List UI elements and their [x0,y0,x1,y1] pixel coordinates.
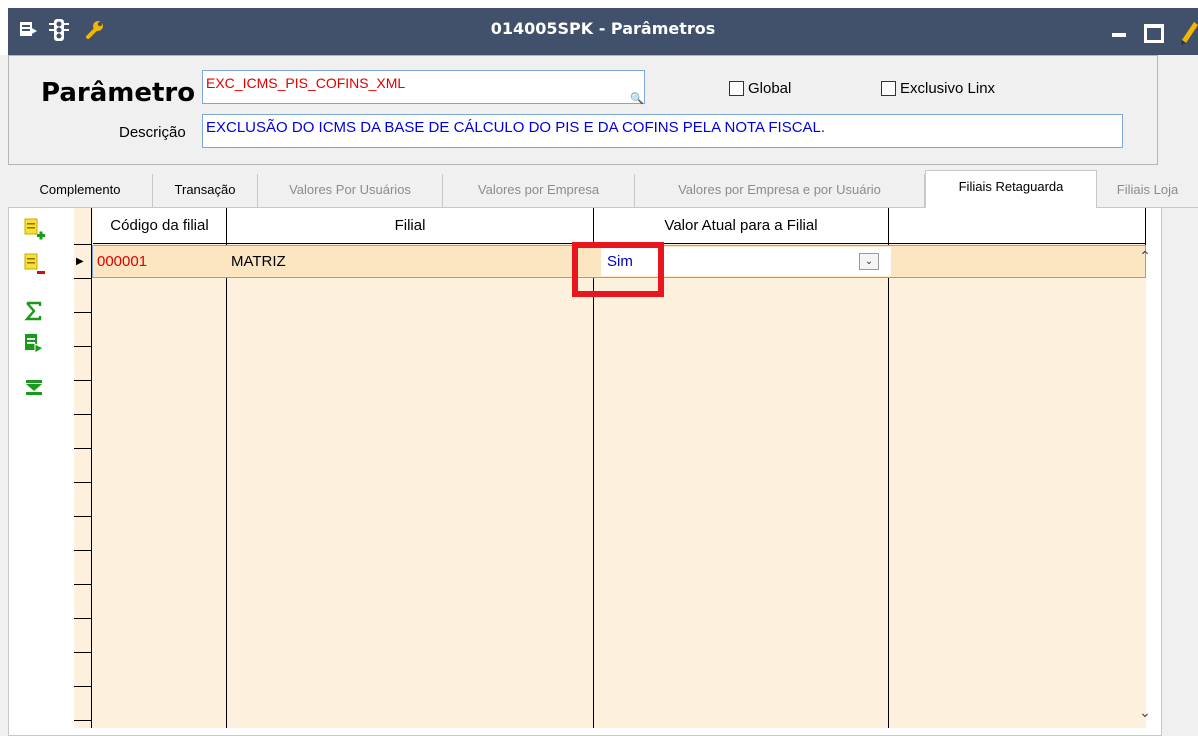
current-row-arrow-icon: ▶ [76,256,84,267]
row-indicator-column: ▶ [74,208,92,728]
lookup-icon[interactable]: 🔍 [630,92,644,105]
exclusivo-linx-checkbox-box[interactable] [881,81,896,96]
row-separator [74,584,92,585]
tab-filiais-retaguarda[interactable]: Filiais Retaguarda [925,170,1097,209]
description-field[interactable]: EXCLUSÃO DO ICMS DA BASE DE CÁLCULO DO P… [202,114,1123,148]
row-separator [74,380,92,381]
title-bar-inner: 014005SPK - Parâmetros [8,8,1198,55]
tab-bar: Complemento Transação Valores Por Usuári… [8,170,1198,209]
row-separator [74,652,92,653]
tab-transacao[interactable]: Transação [153,174,258,208]
highlight-box [572,242,664,297]
maximize-button[interactable] [1138,16,1166,44]
chevron-down-icon[interactable]: ⌄ [859,253,879,270]
row-separator [74,516,92,517]
row-separator [74,686,92,687]
row-separator [74,618,92,619]
tab-valores-por-empresa-e-usuario[interactable]: Valores por Empresa e por Usuário [635,174,925,208]
add-row-icon[interactable] [23,218,45,240]
remove-row-icon[interactable] [23,253,45,275]
sum-icon[interactable] [23,300,45,322]
parameter-label: Parâmetro [41,78,196,108]
column-header-filial[interactable]: Filial [227,208,593,244]
tab-filiais-loja[interactable]: Filiais Loja [1097,174,1198,208]
column-separator [226,208,227,728]
parameter-field[interactable]: EXC_ICMS_PIS_COFINS_XML 🔍 [202,70,645,105]
cell-filial[interactable]: MATRIZ [227,246,593,277]
tab-complemento[interactable]: Complemento [8,174,153,208]
title-bar: 014005SPK - Parâmetros [0,0,1198,55]
column-header-codigo[interactable]: Código da filial [93,208,226,244]
tab-valores-por-usuarios[interactable]: Valores Por Usuários [258,174,443,208]
global-label: Global [748,80,792,97]
window-title: 014005SPK - Parâmetros [490,19,716,38]
parameter-header: Parâmetro EXC_ICMS_PIS_COFINS_XML 🔍 Glob… [8,55,1158,165]
pencil-icon[interactable] [1178,16,1198,46]
description-label: Descrição [119,124,186,141]
row-separator [74,278,92,279]
column-header-valor[interactable]: Valor Atual para a Filial [594,208,888,244]
export-icon[interactable] [23,332,45,354]
row-separator [74,482,92,483]
expand-icon[interactable] [23,378,45,400]
row-separator [74,414,92,415]
minimize-button[interactable] [1106,16,1134,44]
scroll-down-icon[interactable]: ⌄ [1137,704,1153,720]
global-checkbox-box[interactable] [729,81,744,96]
cell-codigo[interactable]: 000001 [93,246,226,277]
row-separator [74,720,92,721]
scroll-up-icon[interactable]: ⌃ [1137,248,1153,264]
exclusivo-linx-label: Exclusivo Linx [900,80,996,97]
column-separator [888,208,889,728]
row-separator [74,244,92,245]
parameter-value: EXC_ICMS_PIS_COFINS_XML [206,75,406,91]
row-separator [74,550,92,551]
tab-valores-por-empresa[interactable]: Valores por Empresa [443,174,635,208]
row-separator [74,312,92,313]
exclusivo-linx-checkbox[interactable]: Exclusivo Linx [881,80,995,97]
row-separator [74,346,92,347]
global-checkbox[interactable]: Global [729,80,791,97]
row-separator [74,448,92,449]
column-header-empty[interactable] [889,208,1145,244]
